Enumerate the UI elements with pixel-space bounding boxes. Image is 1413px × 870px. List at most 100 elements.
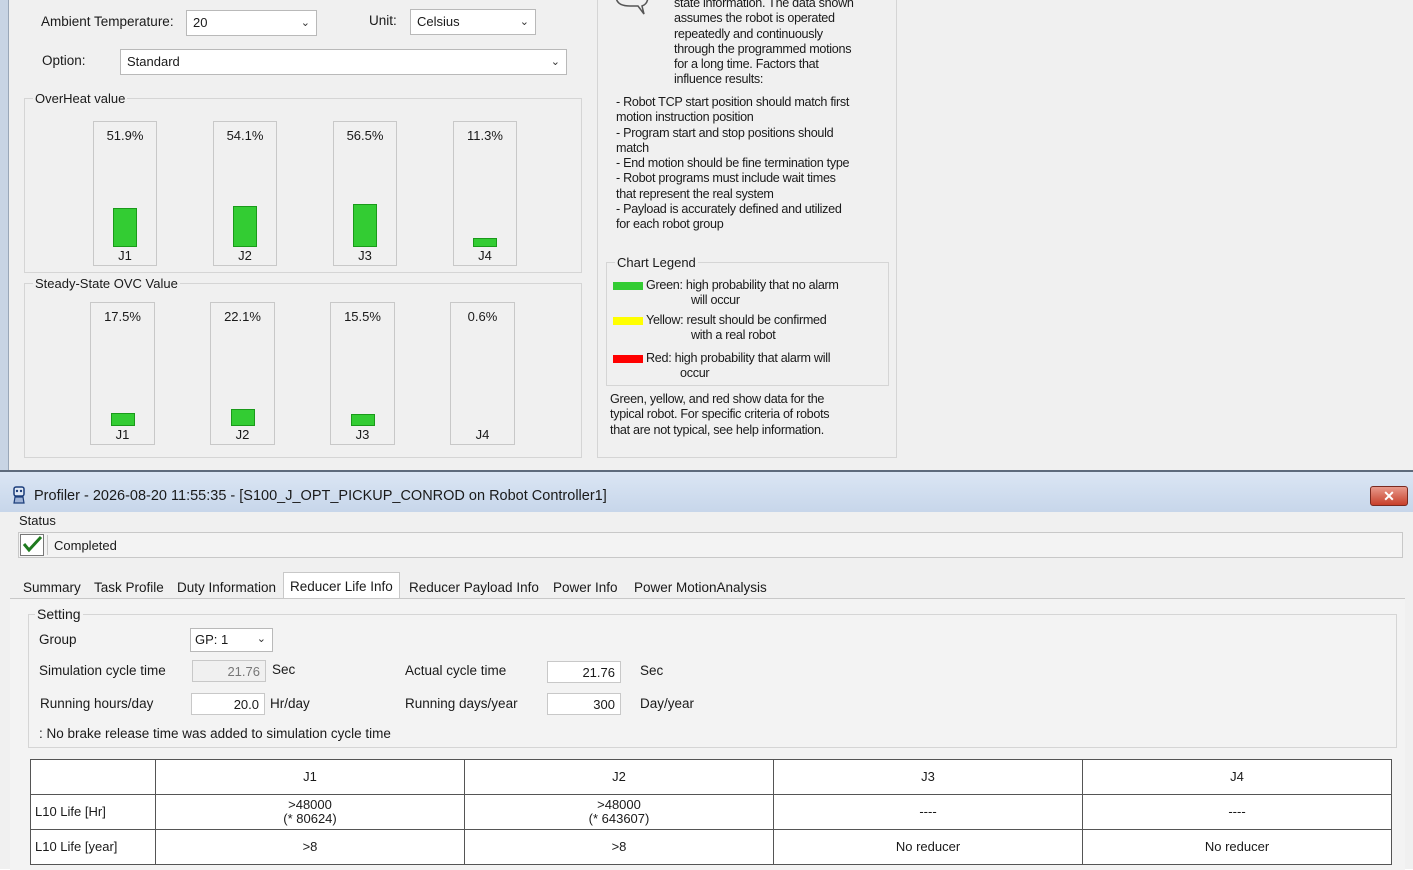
info-line: assumes the robot is operated	[674, 11, 835, 26]
status-text: Completed	[47, 535, 1402, 555]
bar-label: J3	[355, 427, 370, 442]
running-days-field[interactable]: 300	[547, 693, 621, 715]
tab-power-motion-analysis[interactable]: Power MotionAnalysis	[634, 576, 767, 598]
legend-line: with a real robot	[691, 328, 776, 343]
bar-gauge-j4: 11.3% J4	[453, 121, 517, 266]
group-value: GP: 1	[195, 632, 229, 647]
status-bar: Completed	[18, 532, 1403, 558]
table-header-cell: J3	[773, 759, 1083, 795]
table-header-cell: J4	[1082, 759, 1392, 795]
window-title: Profiler - 2026-08-20 11:55:35 - [S100_J…	[34, 488, 607, 504]
ambient-temperature-select[interactable]: 20 ⌄	[186, 10, 317, 36]
bar-gauge-j2: 54.1% J2	[213, 121, 277, 266]
window-edge	[0, 0, 9, 470]
bar-value: 17.5%	[104, 309, 141, 324]
tab-duty-information[interactable]: Duty Information	[177, 576, 276, 598]
tab-task-profile[interactable]: Task Profile	[94, 576, 164, 598]
bar-label: J1	[118, 248, 132, 263]
bar-fill	[233, 206, 257, 247]
factors-text: - Robot TCP start position should match …	[616, 95, 896, 233]
group-select[interactable]: GP: 1 ⌄	[190, 628, 273, 652]
bar-value: 15.5%	[344, 309, 381, 324]
factor-line: - Payload is accurately defined and util…	[616, 202, 842, 217]
legend-yellow-text: Yellow: result should be confirmed with …	[646, 313, 886, 344]
legend-red-text: Red: high probability that alarm will oc…	[646, 351, 886, 382]
chevron-down-icon: ⌄	[550, 56, 560, 68]
option-label: Option:	[42, 53, 86, 68]
table-row: L10 Life [year] >8 >8 No reducer No redu…	[30, 829, 1392, 865]
bar-gauge-j1: 51.9% J1	[93, 121, 157, 266]
bar-label: J4	[475, 427, 490, 442]
simulation-cycle-time-label: Simulation cycle time	[39, 663, 166, 678]
actual-cycle-time-field[interactable]: 21.76	[547, 661, 621, 683]
tab-summary[interactable]: Summary	[23, 576, 81, 598]
chart-legend-title: Chart Legend	[615, 255, 698, 270]
factor-line: - End motion should be fine termination …	[616, 156, 850, 171]
bar-fill	[350, 414, 375, 426]
running-days-label: Running days/year	[405, 696, 518, 711]
overheat-window: Ambient Temperature: 20 ⌄ Unit: Celsius …	[0, 0, 1413, 470]
info-line: repeatedly and continuously	[674, 26, 823, 41]
bar-value: 56.5%	[346, 128, 384, 143]
tab-reducer-life-info[interactable]: Reducer Life Info	[283, 572, 400, 599]
info-line: for a long time. Factors that	[674, 57, 819, 72]
bar-gauge-j3: 15.5% J3	[330, 302, 395, 445]
setting-title: Setting	[35, 606, 83, 622]
legend-line: Yellow: result should be confirmed	[646, 313, 827, 327]
factor-line: motion instruction position	[616, 110, 754, 125]
ambient-temperature-label: Ambient Temperature:	[41, 14, 174, 29]
profiler-app-icon	[13, 486, 25, 504]
running-days-unit: Day/year	[640, 696, 695, 711]
legend-line: occur	[680, 366, 710, 381]
table-cell: No reducer	[1082, 829, 1392, 865]
bar-gauge-j1: 17.5% J1	[90, 302, 155, 445]
bar-value: 54.1%	[226, 128, 264, 143]
table-header-row: J1 J2 J3 J4	[30, 759, 1392, 795]
bar-value: 22.1%	[224, 309, 261, 324]
row-header: L10 Life [Hr]	[30, 794, 156, 830]
simulation-cycle-time-unit: Sec	[272, 662, 296, 677]
tab-reducer-payload-info[interactable]: Reducer Payload Info	[409, 576, 539, 598]
footer-line: typical robot. For specific criteria of …	[610, 407, 830, 422]
legend-line: will occur	[691, 293, 740, 308]
ambient-temperature-value: 20	[193, 15, 208, 30]
bar-gauge-j3: 56.5% J3	[333, 121, 397, 266]
bar-label: J4	[478, 248, 492, 263]
chevron-down-icon: ⌄	[256, 633, 266, 645]
check-icon	[20, 534, 44, 556]
factor-line: that represent the real system	[616, 186, 774, 201]
unit-select[interactable]: Celsius ⌄	[410, 9, 536, 35]
unit-label: Unit:	[369, 13, 397, 28]
factor-line: match	[616, 140, 649, 155]
status-label: Status	[19, 513, 56, 528]
factor-line: - Robot TCP start position should match …	[616, 95, 850, 109]
unit-value: Celsius	[417, 14, 460, 29]
table-cell: >8	[155, 829, 465, 865]
reducer-life-table: J1 J2 J3 J4 L10 Life [Hr] >48000 (* 80624…	[30, 759, 1392, 865]
running-hours-field[interactable]: 20.0	[191, 693, 265, 715]
title-bar[interactable]: Profiler - 2026-08-20 11:55:35 - [S100_J…	[0, 472, 1413, 512]
bar-label: J2	[235, 427, 250, 442]
bar-value: 51.9%	[106, 128, 144, 143]
info-line: through the programmed motions	[674, 41, 852, 56]
bar-label: J1	[115, 427, 130, 442]
table-header-cell: J1	[155, 759, 465, 795]
cell-line: >8	[302, 839, 318, 854]
legend-footer-text: Green, yellow, and red show data for the…	[610, 392, 890, 438]
cell-line: ----	[919, 804, 937, 819]
option-value: Standard	[127, 54, 180, 69]
simulation-cycle-time-field: 21.76	[192, 660, 266, 682]
ovc-title: Steady-State OVC Value	[33, 276, 180, 291]
footer-line: Green, yellow, and red show data for the	[610, 392, 825, 406]
table-cell: ----	[773, 794, 1083, 830]
bar-gauge-j2: 22.1% J2	[210, 302, 275, 445]
chevron-down-icon: ⌄	[519, 16, 529, 28]
factor-line: - Program start and stop positions shoul…	[616, 125, 834, 140]
option-select[interactable]: Standard ⌄	[120, 49, 567, 75]
table-cell: ----	[1082, 794, 1392, 830]
close-button[interactable]: ✕	[1370, 486, 1408, 506]
legend-line: Red: high probability that alarm will	[646, 351, 831, 365]
profiler-window: Profiler - 2026-08-20 11:55:35 - [S100_J…	[0, 470, 1413, 870]
legend-green-swatch	[613, 282, 643, 290]
tab-power-info[interactable]: Power Info	[553, 576, 618, 598]
